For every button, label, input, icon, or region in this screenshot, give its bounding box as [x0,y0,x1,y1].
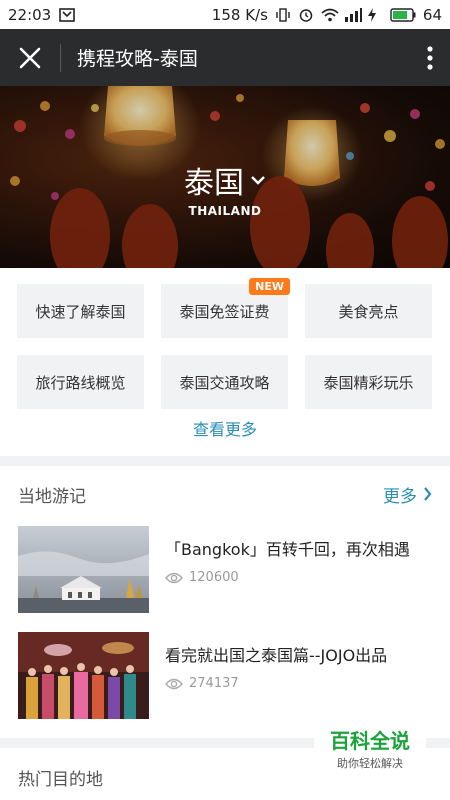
link-label: 快速了解泰国 [35,302,126,321]
link-label: 旅行路线概览 [35,373,126,392]
wifi-icon [321,8,339,22]
vibrate-icon [275,7,291,22]
local-notes-header: 当地游记 更多 [18,480,432,508]
page-title: 携程攻略-泰国 [77,48,198,70]
article-thumbnail [18,526,149,613]
status-bar: 22:03 158 K/s 64 [0,0,450,29]
article-title: 「Bangkok」百转千回，再次相遇 [165,540,410,559]
watermark-logo: 百科全说 助你轻松解决 [314,722,426,774]
link-label: 泰国免签证费 [179,302,270,321]
close-icon [19,47,41,68]
more-options-button[interactable] [410,29,450,86]
link-food-highlights[interactable]: 美食亮点 [305,284,432,338]
more-vertical-icon [427,45,433,70]
new-badge: NEW [249,278,290,295]
link-label: 美食亮点 [338,302,399,321]
eye-icon [165,572,183,583]
status-time: 22:03 [8,5,52,24]
title-bar: 携程攻略-泰国 [0,29,450,86]
article-views: 120600 [165,570,410,585]
view-more-link[interactable]: 查看更多 [0,416,450,440]
link-activities[interactable]: 泰国精彩玩乐 [305,355,432,409]
article-views: 274137 [165,676,387,691]
eye-icon [165,678,183,689]
destination-name: 泰国 [184,166,244,201]
alarm-icon [298,8,314,22]
quick-links-grid: 快速了解泰国 泰国免签证费 NEW 美食亮点 旅行路线概览 泰国交通攻略 泰国精彩… [17,278,433,409]
link-label: 泰国精彩玩乐 [323,373,414,392]
view-count: 120600 [189,570,239,585]
more-link-label: 更多 [383,486,417,507]
notification-icon [59,7,76,22]
link-visa-fee[interactable]: 泰国免签证费 NEW [161,278,290,338]
link-transport-guide[interactable]: 泰国交通攻略 [161,355,288,409]
title-divider [60,43,61,72]
hero-banner: 泰国 THAILAND [0,86,450,268]
section-title: 当地游记 [18,486,86,507]
battery-level: 64 [422,5,442,24]
watermark-sub: 助你轻松解决 [337,757,403,770]
destination-selector[interactable]: 泰国 [184,158,266,202]
link-label: 泰国交通攻略 [179,373,270,392]
hot-destinations-title: 热门目的地 [18,770,103,790]
article-item[interactable]: 看完就出国之泰国篇--JOJO出品 274137 [18,632,432,719]
chevron-down-icon [251,176,265,185]
section-divider [0,456,450,466]
battery-icon [390,7,416,22]
article-thumbnail [18,632,149,719]
view-count: 274137 [189,676,239,691]
link-quick-intro[interactable]: 快速了解泰国 [17,284,144,338]
article-title: 看完就出国之泰国篇--JOJO出品 [165,646,388,665]
signal-icon [344,7,362,22]
charging-icon [367,7,383,22]
network-speed: 158 K/s [211,5,268,24]
more-link[interactable]: 更多 [383,482,432,507]
link-route-overview[interactable]: 旅行路线概览 [17,355,144,409]
chevron-right-icon [424,487,432,501]
article-item[interactable]: 「Bangkok」百转千回，再次相遇 120600 [18,526,432,613]
destination-subtitle: THAILAND [188,204,262,218]
close-button[interactable] [0,29,60,86]
watermark-main: 百科全说 [330,729,410,753]
